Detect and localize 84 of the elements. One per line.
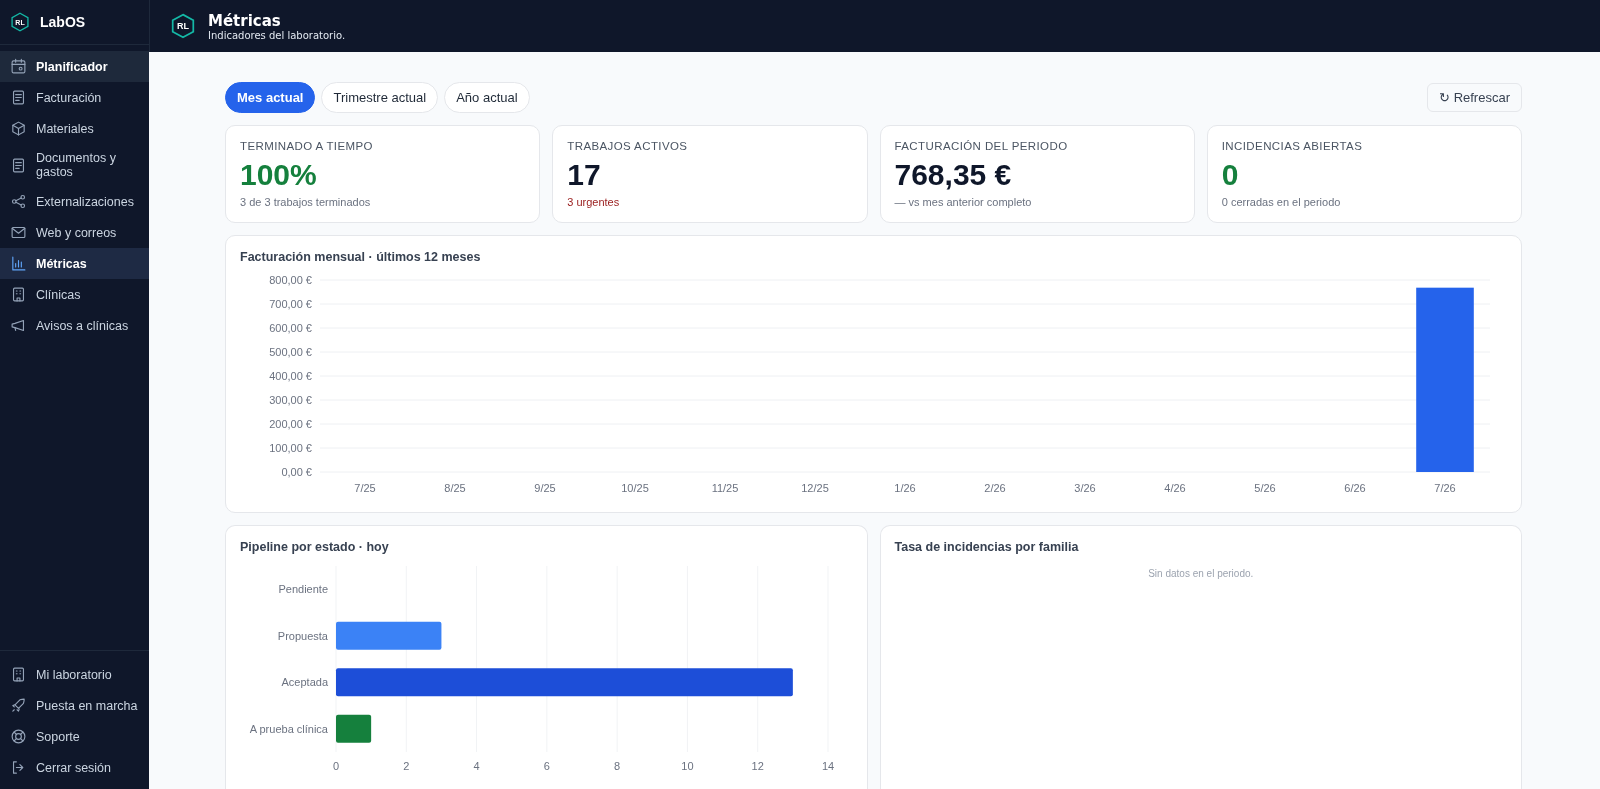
- axis-tick-label: 12: [751, 760, 764, 772]
- axis-tick-label: 5/26: [1254, 482, 1276, 494]
- rocket-icon: [10, 697, 27, 714]
- period-tab[interactable]: Año actual: [444, 82, 530, 113]
- axis-tick-label: Propuesta: [277, 629, 328, 642]
- kpi-note: — vs mes anterior completo: [894, 196, 1033, 208]
- nav-item[interactable]: Soporte: [0, 721, 149, 752]
- period-tab[interactable]: Mes actual: [225, 82, 316, 113]
- bar: [336, 714, 372, 743]
- bar-chart-icon: [10, 255, 27, 272]
- chart-title: Facturación mensual · últimos 12 meses: [240, 250, 482, 264]
- mail-icon: [10, 224, 27, 241]
- axis-tick-label: 3/26: [1074, 482, 1096, 494]
- nav-item[interactable]: Facturación: [0, 82, 149, 113]
- nav-item[interactable]: Métricas: [0, 248, 149, 279]
- nav-item[interactable]: Cerrar sesión: [0, 752, 149, 783]
- nav-item[interactable]: Avisos a clínicas: [0, 310, 149, 341]
- chart-title: Tasa de incidencias por familia: [894, 540, 1080, 554]
- nav-item[interactable]: Externalizaciones: [0, 186, 149, 217]
- axis-tick-label: 400,00 €: [269, 370, 312, 382]
- axis-tick-label: 7/25: [354, 482, 376, 494]
- axis-tick-label: 2: [403, 760, 410, 772]
- axis-tick-label: 8: [614, 760, 621, 772]
- kpi-value: 0: [1221, 158, 1240, 192]
- axis-tick-label: 2/26: [984, 482, 1006, 494]
- axis-tick-label: A prueba clínica: [249, 722, 328, 735]
- kpi-value: 768,35 €: [894, 158, 1013, 192]
- nav-item[interactable]: Web y correos: [0, 217, 149, 248]
- axis-tick-label: Aceptada: [281, 676, 328, 689]
- building-icon: [10, 666, 27, 683]
- axis-tick-label: 800,00 €: [269, 274, 312, 286]
- kpi-note: 3 urgentes: [567, 196, 621, 208]
- axis-tick-label: 6: [543, 760, 550, 772]
- axis-tick-label: 6/26: [1344, 482, 1366, 494]
- logo-icon: RL: [170, 13, 196, 39]
- lifebuoy-icon: [10, 728, 27, 745]
- kpi-value: 100%: [240, 158, 318, 192]
- building-icon: [10, 286, 27, 303]
- axis-tick-label: 0: [332, 760, 340, 772]
- axis-tick-label: 8/25: [444, 482, 466, 494]
- axis-tick-label: 9/25: [534, 482, 556, 494]
- cube-icon: [10, 120, 27, 137]
- page-subtitle: Indicadores del laboratorio.: [208, 29, 346, 41]
- axis-tick-label: 600,00 €: [269, 322, 312, 334]
- nav-item[interactable]: Puesta en marcha: [0, 690, 149, 721]
- share-icon: [10, 193, 27, 210]
- axis-tick-label: 12/25: [801, 482, 829, 494]
- axis-tick-label: 700,00 €: [269, 298, 312, 310]
- period-tab[interactable]: Trimestre actual: [321, 82, 439, 113]
- axis-tick-label: 10/25: [621, 482, 649, 494]
- axis-tick-label: 7/26: [1434, 482, 1456, 494]
- axis-tick-label: 11/25: [711, 482, 739, 494]
- kpi-note: 3 de 3 trabajos terminados: [240, 196, 372, 208]
- axis-tick-label: 4/26: [1164, 482, 1186, 494]
- document-icon: [10, 156, 27, 174]
- kpi-value: 17: [567, 158, 602, 192]
- axis-tick-label: 1/26: [894, 482, 916, 494]
- axis-tick-label: 10: [681, 760, 694, 772]
- kpi-label: TRABAJOS ACTIVOS: [567, 140, 689, 152]
- kpi-note: 0 cerradas en el periodo: [1221, 196, 1342, 208]
- calendar-icon: [10, 58, 27, 75]
- axis-tick-label: Pendiente: [278, 583, 328, 596]
- axis-tick-label: 4: [473, 760, 480, 772]
- chart-title: Pipeline por estado · hoy: [240, 540, 390, 554]
- document-icon: [10, 89, 27, 106]
- kpi-label: FACTURACIÓN DEL PERIODO: [894, 140, 1069, 152]
- kpi-label: INCIDENCIAS ABIERTAS: [1221, 140, 1364, 152]
- nav-item[interactable]: Documentos y gastos: [0, 144, 149, 186]
- axis-tick-label: 100,00 €: [269, 442, 312, 454]
- app-name: LabOS: [40, 14, 86, 30]
- nav-item[interactable]: Planificador: [0, 51, 149, 82]
- empty-message: Sin datos en el periodo.: [1147, 568, 1255, 579]
- megaphone-icon: [10, 317, 27, 334]
- nav-item[interactable]: Clínicas: [0, 279, 149, 310]
- axis-tick-label: 300,00 €: [269, 394, 312, 406]
- page-title: Métricas: [208, 11, 282, 30]
- nav-item[interactable]: Materiales: [0, 113, 149, 144]
- kpi-label: TERMINADO A TIEMPO: [240, 140, 374, 152]
- axis-tick-label: 14: [821, 760, 835, 772]
- axis-tick-label: 0,00 €: [281, 466, 312, 478]
- axis-tick-label: 500,00 €: [269, 346, 312, 358]
- refresh-button[interactable]: ↻ Refrescar: [1427, 83, 1522, 112]
- axis-tick-label: 200,00 €: [269, 418, 312, 430]
- nav-item[interactable]: Mi laboratorio: [0, 659, 149, 690]
